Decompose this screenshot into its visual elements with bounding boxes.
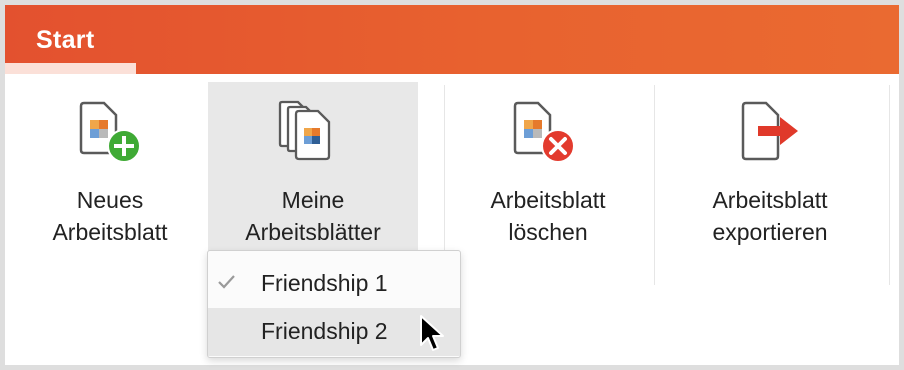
new-worksheet-label: Neues Arbeitsblatt: [52, 187, 168, 245]
export-worksheet-icon: [741, 101, 798, 161]
dropdown-item-label: Friendship 2: [261, 318, 388, 344]
export-worksheet-button[interactable]: Arbeitsblatt exportieren: [680, 82, 860, 252]
divider: [889, 85, 890, 285]
new-worksheet-button[interactable]: Neues Arbeitsblatt: [20, 82, 200, 252]
delete-worksheet-button[interactable]: Arbeitsblatt löschen: [462, 82, 634, 252]
checkmark-icon: [218, 275, 235, 289]
mouse-cursor-icon: [420, 315, 444, 351]
my-worksheets-button[interactable]: Meine Arbeitsblätter⌄: [208, 82, 418, 270]
delete-worksheet-icon: [513, 101, 575, 163]
new-worksheet-icon: [79, 101, 141, 163]
tab-active-indicator: [5, 63, 136, 74]
tab-start-label: Start: [36, 26, 95, 54]
tab-start[interactable]: Start: [5, 5, 136, 74]
dropdown-item-friendship-1[interactable]: Friendship 1: [208, 260, 460, 308]
divider: [654, 85, 655, 285]
ribbon-header: [5, 5, 899, 74]
export-worksheet-label: Arbeitsblatt exportieren: [712, 187, 828, 245]
dropdown-item-label: Friendship 1: [261, 270, 388, 296]
delete-worksheet-label: Arbeitsblatt löschen: [490, 187, 606, 245]
my-worksheets-icon: [278, 100, 331, 161]
